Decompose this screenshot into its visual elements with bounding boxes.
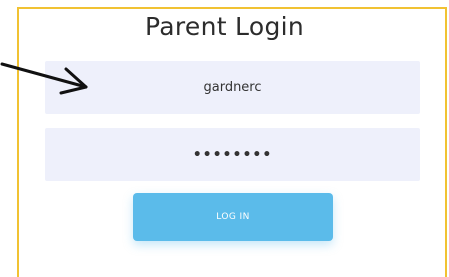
password-value: ••••••••: [192, 146, 273, 163]
password-field[interactable]: ••••••••: [45, 128, 420, 181]
login-button[interactable]: LOG IN: [133, 193, 333, 241]
login-button-label: LOG IN: [216, 212, 250, 222]
username-value: gardnerc: [203, 80, 262, 95]
arrow-icon: [0, 62, 88, 95]
screenshot: Parent Login gardnerc •••••••• LOG IN: [0, 0, 449, 277]
